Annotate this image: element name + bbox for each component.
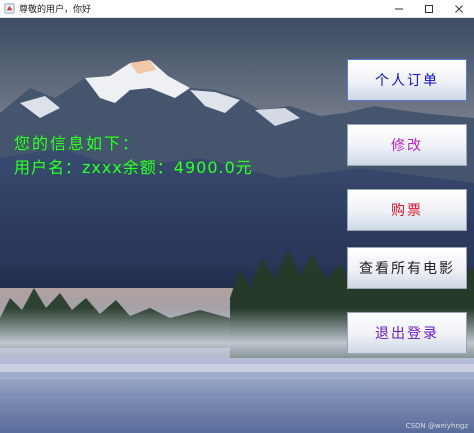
window-title: 尊敬的用户，你好 <box>19 5 92 15</box>
title-bar[interactable]: 尊敬的用户，你好 <box>0 0 474 18</box>
maximize-button[interactable] <box>414 0 444 17</box>
java-app-icon <box>4 3 15 14</box>
close-icon <box>455 4 463 13</box>
modify-button[interactable]: 修改 <box>347 124 467 166</box>
watermark: CSDN @weiyhngz <box>405 422 468 430</box>
my-orders-button[interactable]: 个人订单 <box>347 59 467 101</box>
app-window: 尊敬的用户，你好 您的信息如下： 用户名：zxxx余额：4900.0元 个人订单… <box>0 0 474 433</box>
minimize-button[interactable] <box>384 0 414 17</box>
info-heading: 您的信息如下： <box>14 134 141 153</box>
main-panel: 您的信息如下： 用户名：zxxx余额：4900.0元 个人订单 修改 购票 查看… <box>0 18 474 433</box>
close-button[interactable] <box>444 0 474 17</box>
view-all-movies-button[interactable]: 查看所有电影 <box>347 247 467 289</box>
user-balance-text: 用户名：zxxx余额：4900.0元 <box>14 158 253 177</box>
minimize-icon <box>395 8 403 9</box>
maximize-icon <box>425 4 433 13</box>
logout-button[interactable]: 退出登录 <box>347 312 467 354</box>
buy-ticket-button[interactable]: 购票 <box>347 189 467 231</box>
